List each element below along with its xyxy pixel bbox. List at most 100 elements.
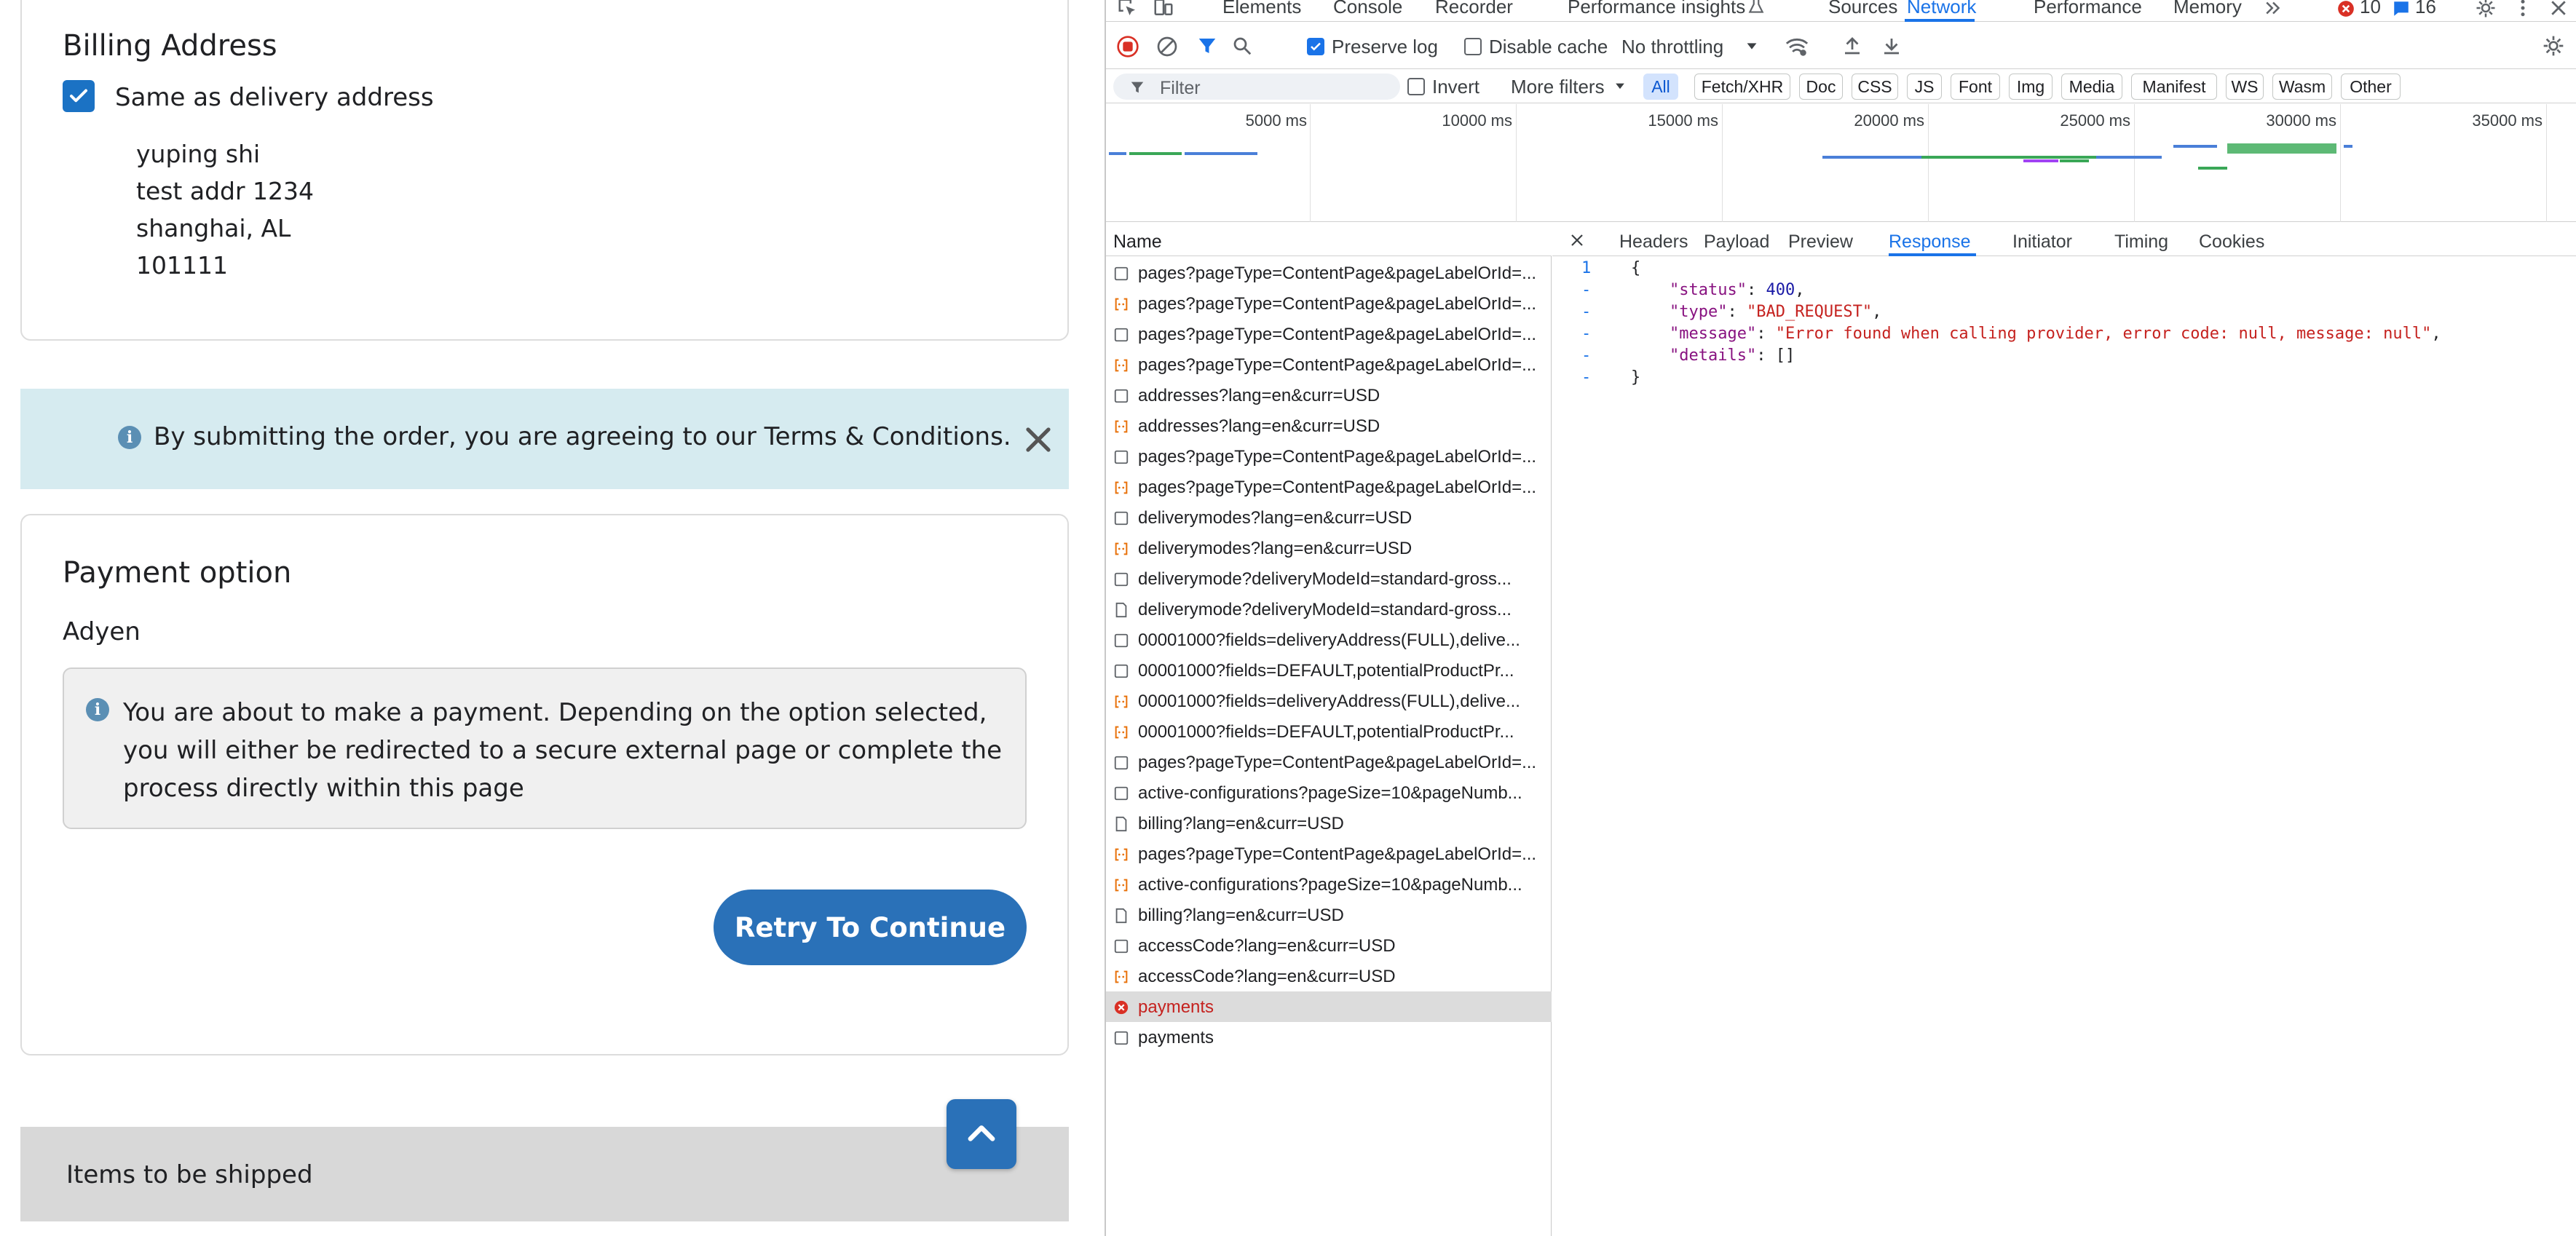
error-icon[interactable]: [2336, 0, 2355, 18]
request-row[interactable]: pages?pageType=ContentPage&pageLabelOrId…: [1106, 288, 1552, 319]
request-row[interactable]: billing?lang=en&curr=USD: [1106, 808, 1552, 839]
request-row[interactable]: active-configurations?pageSize=10&pageNu…: [1106, 869, 1552, 900]
tab-performance[interactable]: Performance: [2034, 0, 2142, 18]
request-row[interactable]: deliverymodes?lang=en&curr=USD: [1106, 533, 1552, 563]
fetch-request-icon: [1115, 359, 1128, 372]
request-row[interactable]: pages?pageType=ContentPage&pageLabelOrId…: [1106, 349, 1552, 380]
tab-preview[interactable]: Preview: [1788, 231, 1853, 253]
request-row[interactable]: pages?pageType=ContentPage&pageLabelOrId…: [1106, 441, 1552, 472]
request-row[interactable]: deliverymodes?lang=en&curr=USD: [1106, 502, 1552, 533]
tab-elements[interactable]: Elements: [1222, 0, 1301, 18]
response-line: - "type": "BAD_REQUEST",: [1552, 303, 2576, 325]
more-filters-dropdown[interactable]: More filters: [1511, 76, 1605, 98]
network-conditions-icon[interactable]: [1785, 34, 1809, 59]
message-icon[interactable]: [2392, 0, 2411, 18]
error-count[interactable]: 10: [2360, 0, 2381, 18]
chip-fetch-xhr[interactable]: Fetch/XHR: [1694, 74, 1790, 100]
kebab-menu-icon[interactable]: [2516, 0, 2530, 19]
search-icon[interactable]: [1231, 35, 1253, 57]
device-toolbar-icon[interactable]: [1151, 0, 1176, 19]
tab-payload[interactable]: Payload: [1704, 231, 1769, 253]
fetch-request-icon: [1115, 298, 1128, 311]
timeline-overview[interactable]: 5000 ms 10000 ms 15000 ms 20000 ms 25000…: [1106, 104, 2576, 222]
tab-memory[interactable]: Memory: [2173, 0, 2242, 18]
request-row[interactable]: accessCode?lang=en&curr=USD: [1106, 961, 1552, 991]
network-settings-icon[interactable]: [2542, 34, 2565, 58]
response-body[interactable]: 1{- "status": 400, - "type": "BAD_REQUEST…: [1552, 258, 2576, 476]
tab-initiator[interactable]: Initiator: [2012, 231, 2072, 253]
request-row[interactable]: pages?pageType=ContentPage&pageLabelOrId…: [1106, 747, 1552, 777]
chip-img[interactable]: Img: [2009, 74, 2052, 100]
upload-icon[interactable]: [1841, 35, 1863, 57]
request-row[interactable]: 00001000?fields=DEFAULT,potentialProduct…: [1106, 716, 1552, 747]
filter-input[interactable]: Filter: [1113, 74, 1400, 100]
request-row[interactable]: deliverymode?deliveryModeId=standard-gro…: [1106, 594, 1552, 625]
close-detail-icon[interactable]: [1568, 231, 1586, 249]
tab-sources[interactable]: Sources: [1828, 0, 1897, 18]
filter-icon[interactable]: [1196, 35, 1218, 57]
tab-network[interactable]: Network: [1907, 0, 1976, 18]
request-row[interactable]: pages?pageType=ContentPage&pageLabelOrId…: [1106, 839, 1552, 869]
throttling-select[interactable]: No throttling: [1621, 36, 1723, 58]
request-row[interactable]: active-configurations?pageSize=10&pageNu…: [1106, 777, 1552, 808]
request-row[interactable]: payments: [1106, 1022, 1552, 1053]
name-column-header[interactable]: Name: [1106, 223, 1552, 256]
line-number: 1: [1581, 259, 1592, 277]
tab-response[interactable]: Response: [1889, 231, 1971, 253]
request-row[interactable]: pages?pageType=ContentPage&pageLabelOrId…: [1106, 319, 1552, 349]
same-as-delivery-label[interactable]: Same as delivery address: [115, 83, 434, 112]
fetch-request-icon: [1115, 420, 1128, 433]
invert-label[interactable]: Invert: [1432, 76, 1479, 98]
close-icon[interactable]: [1021, 422, 1056, 457]
chip-wasm[interactable]: Wasm: [2272, 74, 2332, 100]
request-row[interactable]: 00001000?fields=deliveryAddress(FULL),de…: [1106, 686, 1552, 716]
chip-js[interactable]: JS: [1907, 74, 1942, 100]
inspect-element-icon[interactable]: [1116, 0, 1139, 19]
tab-timing[interactable]: Timing: [2114, 231, 2168, 253]
request-row[interactable]: accessCode?lang=en&curr=USD: [1106, 930, 1552, 961]
chip-css[interactable]: CSS: [1852, 74, 1898, 100]
disable-cache-checkbox[interactable]: [1464, 38, 1482, 55]
preserve-log-checkbox[interactable]: [1307, 38, 1324, 55]
close-devtools-icon[interactable]: [2548, 0, 2569, 19]
more-tabs-icon[interactable]: [2262, 0, 2284, 19]
request-row[interactable]: billing?lang=en&curr=USD: [1106, 900, 1552, 930]
network-main: Name pages?pageType=ContentPage&pageLabe…: [1106, 223, 2576, 1236]
retry-to-continue-button[interactable]: Retry To Continue: [714, 890, 1027, 965]
address-line: 101111: [136, 251, 228, 280]
request-row[interactable]: addresses?lang=en&curr=USD: [1106, 411, 1552, 441]
chip-media[interactable]: Media: [2061, 74, 2122, 100]
chip-ws[interactable]: WS: [2226, 74, 2264, 100]
chevron-down-icon[interactable]: [1613, 79, 1627, 93]
request-row[interactable]: 00001000?fields=DEFAULT,potentialProduct…: [1106, 655, 1552, 686]
request-row[interactable]: pages?pageType=ContentPage&pageLabelOrId…: [1106, 258, 1552, 288]
request-row[interactable]: 00001000?fields=deliveryAddress(FULL),de…: [1106, 625, 1552, 655]
invert-checkbox[interactable]: [1407, 78, 1425, 95]
request-row[interactable]: deliverymode?deliveryModeId=standard-gro…: [1106, 563, 1552, 594]
chip-all[interactable]: All: [1643, 74, 1678, 100]
disable-cache-label[interactable]: Disable cache: [1489, 36, 1608, 58]
tab-recorder[interactable]: Recorder: [1435, 0, 1513, 18]
request-row[interactable]: payments: [1106, 991, 1552, 1022]
chip-manifest[interactable]: Manifest: [2131, 74, 2217, 100]
gear-icon[interactable]: [2475, 0, 2497, 19]
info-icon: i: [118, 426, 141, 449]
chip-font[interactable]: Font: [1951, 74, 2000, 100]
scroll-to-top-button[interactable]: [947, 1099, 1016, 1169]
timeline-activity: [1185, 152, 1257, 155]
preserve-log-label[interactable]: Preserve log: [1332, 36, 1438, 58]
download-icon[interactable]: [1881, 35, 1903, 57]
chip-doc[interactable]: Doc: [1799, 74, 1843, 100]
request-row[interactable]: addresses?lang=en&curr=USD: [1106, 380, 1552, 411]
chip-other[interactable]: Other: [2341, 74, 2401, 100]
tab-headers[interactable]: Headers: [1619, 231, 1688, 253]
chevron-down-icon[interactable]: [1744, 38, 1760, 54]
record-stop-icon[interactable]: [1116, 35, 1139, 58]
tab-performance-insights[interactable]: Performance insights: [1568, 0, 1745, 18]
message-count[interactable]: 16: [2415, 0, 2436, 18]
request-row[interactable]: pages?pageType=ContentPage&pageLabelOrId…: [1106, 472, 1552, 502]
same-as-delivery-checkbox[interactable]: [63, 80, 95, 112]
tab-cookies[interactable]: Cookies: [2199, 231, 2264, 253]
tab-console[interactable]: Console: [1333, 0, 1402, 18]
clear-icon[interactable]: [1155, 35, 1179, 58]
